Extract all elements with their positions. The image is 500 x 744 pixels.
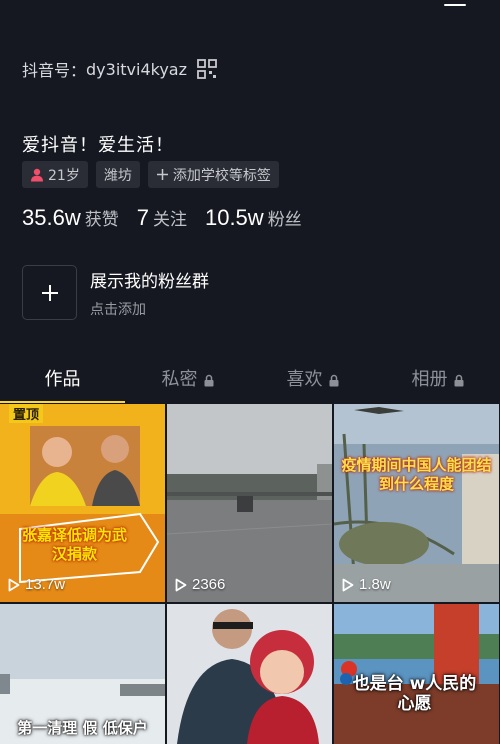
add-school-tag[interactable]: 添加学校等标签 bbox=[147, 161, 279, 188]
video-thumbnail bbox=[167, 604, 332, 744]
video-tile[interactable]: 第一清理 假 低保户 bbox=[0, 604, 165, 744]
video-tile[interactable]: 也是台 w人民的心愿 bbox=[334, 604, 499, 744]
video-tile[interactable]: 2366 bbox=[167, 404, 332, 602]
qr-code-icon[interactable] bbox=[197, 59, 217, 79]
plus-icon bbox=[156, 169, 168, 180]
tab-likes-label: 喜欢 bbox=[286, 369, 323, 390]
play-count-value: 13.7w bbox=[25, 576, 66, 593]
add-school-tag-label: 添加学校等标签 bbox=[172, 167, 271, 184]
video-caption: 也是台 w人民的心愿 bbox=[352, 674, 477, 715]
following-count: 7 bbox=[136, 205, 149, 230]
douyin-id-label: 抖音号： bbox=[22, 61, 87, 80]
age-tag-label: 21岁 bbox=[48, 167, 80, 184]
douyin-id[interactable]: 抖音号： dy3itvi4kyaz bbox=[22, 57, 217, 81]
play-icon bbox=[175, 578, 187, 591]
age-tag[interactable]: 21岁 bbox=[22, 161, 88, 188]
followers-stat[interactable]: 10.5w 粉丝 bbox=[205, 205, 302, 231]
tab-private-label: 私密 bbox=[161, 369, 198, 390]
video-tile[interactable]: 疫情期间中国人能团结到什么程度 1.8w bbox=[334, 404, 499, 602]
video-tile[interactable] bbox=[167, 604, 332, 744]
following-label: 关注 bbox=[152, 210, 187, 230]
add-fans-group-button[interactable] bbox=[22, 265, 77, 320]
menu-icon[interactable] bbox=[444, 0, 466, 12]
tab-works[interactable]: 作品 bbox=[0, 355, 125, 403]
plus-icon bbox=[41, 284, 58, 301]
douyin-id-value: dy3itvi4kyaz bbox=[86, 59, 187, 79]
fans-group-title: 展示我的粉丝群 bbox=[90, 271, 209, 292]
video-caption: 第一清理 假 低保户 bbox=[17, 719, 148, 737]
fans-group-row[interactable]: 展示我的粉丝群 点击添加 bbox=[22, 265, 209, 320]
profile-tags: 21岁 潍坊 添加学校等标签 bbox=[22, 161, 279, 188]
fans-group-subtitle: 点击添加 bbox=[90, 301, 146, 318]
likes-count: 35.6w bbox=[22, 205, 81, 230]
video-tile[interactable]: 置顶 张嘉译低调为武汉捐款 13.7w bbox=[0, 404, 165, 602]
profile-stats: 35.6w 获赞 7 关注 10.5w 粉丝 bbox=[22, 205, 320, 231]
video-thumbnail bbox=[0, 404, 165, 602]
following-stat[interactable]: 7 关注 bbox=[137, 205, 187, 231]
video-thumbnail bbox=[334, 404, 499, 602]
tab-private[interactable]: 私密 bbox=[125, 355, 250, 403]
likes-label: 获赞 bbox=[84, 210, 119, 230]
video-grid: 置顶 张嘉译低调为武汉捐款 13.7w 2366 疫情期间中国人能团结到什么程度… bbox=[0, 404, 500, 744]
location-tag[interactable]: 潍坊 bbox=[95, 161, 140, 188]
video-caption: 张嘉译低调为武汉捐款 bbox=[22, 526, 128, 563]
play-icon bbox=[8, 578, 20, 591]
tab-album-label: 相册 bbox=[411, 369, 448, 390]
active-tab-indicator bbox=[0, 401, 125, 403]
lock-icon bbox=[329, 374, 338, 386]
lock-icon bbox=[204, 374, 213, 386]
video-caption: 疫情期间中国人能团结到什么程度 bbox=[341, 456, 492, 493]
play-icon bbox=[342, 578, 354, 591]
lock-icon bbox=[454, 374, 463, 386]
content-tabs: 作品 私密 喜欢 相册 bbox=[0, 355, 500, 403]
video-thumbnail bbox=[167, 404, 332, 602]
tab-works-label: 作品 bbox=[44, 369, 81, 390]
play-count: 1.8w bbox=[342, 576, 391, 593]
tab-album[interactable]: 相册 bbox=[375, 355, 500, 403]
profile-bio: 爱抖音！爱生活！ bbox=[22, 135, 174, 156]
pinned-badge: 置顶 bbox=[9, 404, 44, 423]
play-count-value: 2366 bbox=[192, 576, 226, 593]
person-icon bbox=[31, 168, 43, 181]
play-count: 2366 bbox=[175, 576, 225, 593]
location-tag-label: 潍坊 bbox=[103, 167, 132, 184]
followers-label: 粉丝 bbox=[267, 210, 302, 230]
tab-likes[interactable]: 喜欢 bbox=[250, 355, 375, 403]
likes-stat[interactable]: 35.6w 获赞 bbox=[22, 205, 119, 231]
followers-count: 10.5w bbox=[204, 205, 264, 230]
play-count: 13.7w bbox=[8, 576, 65, 593]
play-count-value: 1.8w bbox=[359, 576, 391, 593]
